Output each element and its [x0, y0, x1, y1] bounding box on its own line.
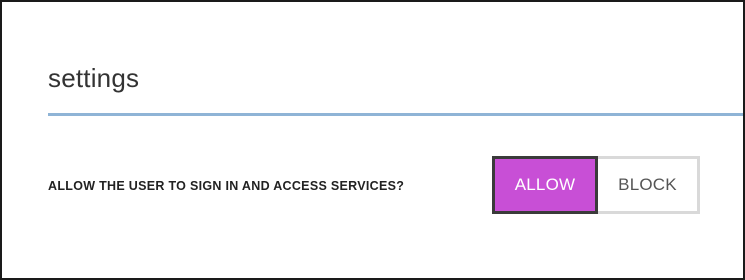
allow-button[interactable]: ALLOW: [492, 156, 598, 214]
sign-in-access-question: ALLOW THE USER TO SIGN IN AND ACCESS SER…: [48, 179, 405, 193]
block-button[interactable]: BLOCK: [598, 156, 700, 214]
settings-panel: settings ALLOW THE USER TO SIGN IN AND A…: [0, 0, 745, 280]
section-title: settings: [48, 63, 140, 93]
allow-block-toggle: ALLOW BLOCK: [492, 156, 700, 214]
section-divider: [48, 113, 743, 116]
